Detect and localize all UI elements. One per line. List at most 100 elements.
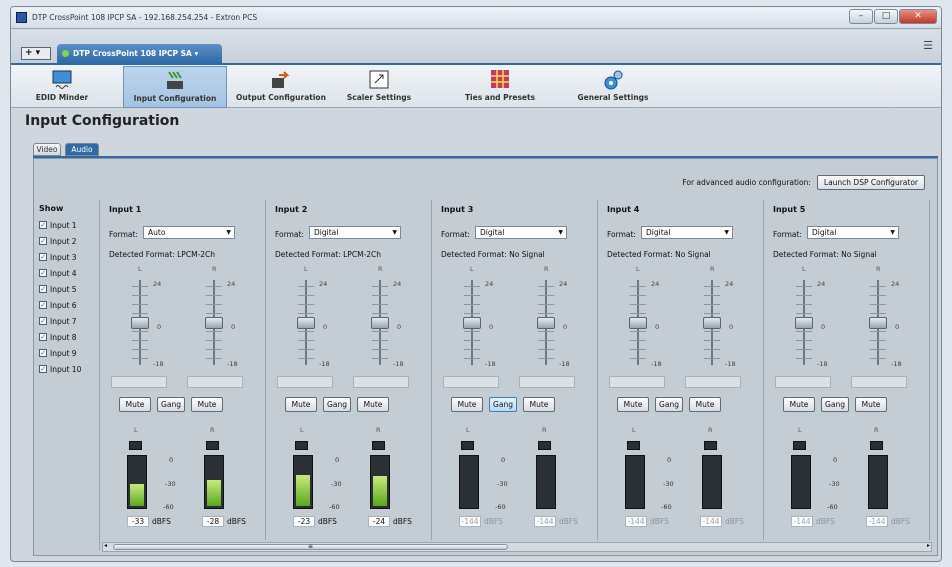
fader-knob[interactable] — [629, 317, 647, 329]
format-select[interactable]: Digital ▼ — [309, 226, 401, 239]
fader-knob[interactable] — [537, 317, 555, 329]
format-select[interactable]: Digital ▼ — [807, 226, 899, 239]
left-fader[interactable] — [793, 280, 815, 365]
right-gain-field[interactable] — [519, 376, 575, 388]
meter-right-label: R — [210, 426, 215, 434]
scroll-right-icon[interactable]: ▸ — [927, 542, 930, 549]
show-item[interactable]: ✓ Input 4 — [34, 265, 99, 281]
fader-tick — [464, 304, 480, 305]
mute-right-button[interactable]: Mute — [191, 397, 223, 412]
show-item[interactable]: ✓ Input 1 — [34, 217, 99, 233]
show-item[interactable]: ✓ Input 6 — [34, 297, 99, 313]
left-gain-field[interactable] — [277, 376, 333, 388]
fader-knob[interactable] — [463, 317, 481, 329]
show-item[interactable]: ✓ Input 10 — [34, 361, 99, 377]
checkbox-checked-icon[interactable]: ✓ — [39, 365, 47, 373]
right-fader[interactable] — [369, 280, 391, 365]
format-select[interactable]: Digital ▼ — [641, 226, 733, 239]
left-gain-field[interactable] — [443, 376, 499, 388]
left-channel-label: L — [802, 265, 806, 273]
tab-audio[interactable]: Audio — [65, 143, 99, 156]
close-button[interactable]: ✕ — [899, 9, 937, 24]
fader-tick — [206, 286, 222, 287]
right-gain-field[interactable] — [353, 376, 409, 388]
mute-right-button[interactable]: Mute — [855, 397, 887, 412]
fader-knob[interactable] — [205, 317, 223, 329]
fader-knob[interactable] — [795, 317, 813, 329]
show-item[interactable]: ✓ Input 5 — [34, 281, 99, 297]
checkbox-checked-icon[interactable]: ✓ — [39, 333, 47, 341]
gang-button[interactable]: Gang — [323, 397, 351, 412]
right-gain-field[interactable] — [851, 376, 907, 388]
fader-knob[interactable] — [703, 317, 721, 329]
toolbar-item-general-settings[interactable]: General Settings — [564, 66, 662, 108]
fader-knob[interactable] — [131, 317, 149, 329]
gang-button[interactable]: Gang — [655, 397, 683, 412]
right-fader[interactable] — [867, 280, 889, 365]
fader-tick — [464, 340, 480, 341]
right-fader[interactable] — [701, 280, 723, 365]
fader-label-mid: 0 — [563, 323, 568, 331]
left-gain-field[interactable] — [111, 376, 167, 388]
checkbox-checked-icon[interactable]: ✓ — [39, 285, 47, 293]
checkbox-checked-icon[interactable]: ✓ — [39, 253, 47, 261]
right-channel-label: R — [710, 265, 715, 273]
gang-button[interactable]: Gang — [489, 397, 517, 412]
toolbar-item-edid-minder[interactable]: EDID Minder — [31, 66, 93, 108]
left-gain-field[interactable] — [609, 376, 665, 388]
right-gain-field[interactable] — [685, 376, 741, 388]
horizontal-scrollbar[interactable]: ◂ ≡ ▸ — [102, 542, 932, 552]
mute-left-button[interactable]: Mute — [783, 397, 815, 412]
checkbox-checked-icon[interactable]: ✓ — [39, 349, 47, 357]
checkbox-checked-icon[interactable]: ✓ — [39, 221, 47, 229]
scrollbar-thumb[interactable]: ≡ — [113, 544, 508, 550]
right-fader[interactable] — [535, 280, 557, 365]
format-select[interactable]: Digital ▼ — [475, 226, 567, 239]
mute-left-button[interactable]: Mute — [285, 397, 317, 412]
left-fader[interactable] — [129, 280, 151, 365]
scroll-left-icon[interactable]: ◂ — [104, 542, 107, 549]
mute-left-button[interactable]: Mute — [617, 397, 649, 412]
checkbox-checked-icon[interactable]: ✓ — [39, 301, 47, 309]
toolbar-item-input-configuration[interactable]: Input Configuration — [123, 66, 227, 108]
fader-knob[interactable] — [869, 317, 887, 329]
mute-right-button[interactable]: Mute — [689, 397, 721, 412]
minimize-button[interactable]: – — [849, 9, 873, 24]
toolbar-item-ties-and-presets[interactable]: Ties and Presets — [454, 66, 546, 108]
mute-right-button[interactable]: Mute — [523, 397, 555, 412]
device-tab[interactable]: DTP CrossPoint 108 IPCP SA ▾ — [57, 44, 222, 63]
left-gain-field[interactable] — [775, 376, 831, 388]
meter-right-label: R — [376, 426, 381, 434]
fader-label-bot: -18 — [319, 360, 330, 368]
show-item[interactable]: ✓ Input 8 — [34, 329, 99, 345]
show-item[interactable]: ✓ Input 3 — [34, 249, 99, 265]
left-fader[interactable] — [461, 280, 483, 365]
toolbar-item-output-configuration[interactable]: Output Configuration — [231, 66, 331, 108]
right-fader[interactable] — [203, 280, 225, 365]
right-level-meter — [536, 455, 556, 509]
mute-left-button[interactable]: Mute — [119, 397, 151, 412]
show-header: Show — [39, 204, 64, 213]
mute-left-button[interactable]: Mute — [451, 397, 483, 412]
format-select[interactable]: Auto ▼ — [143, 226, 235, 239]
checkbox-checked-icon[interactable]: ✓ — [39, 269, 47, 277]
show-item[interactable]: ✓ Input 7 — [34, 313, 99, 329]
right-gain-field[interactable] — [187, 376, 243, 388]
gang-button[interactable]: Gang — [821, 397, 849, 412]
mute-right-button[interactable]: Mute — [357, 397, 389, 412]
tab-video[interactable]: Video — [33, 143, 61, 156]
show-item[interactable]: ✓ Input 9 — [34, 345, 99, 361]
gang-button[interactable]: Gang — [157, 397, 185, 412]
add-tab-button[interactable]: + ▾ — [21, 47, 51, 60]
fader-knob[interactable] — [371, 317, 389, 329]
maximize-button[interactable]: □ — [874, 9, 898, 24]
left-fader[interactable] — [295, 280, 317, 365]
toolbar-item-scaler-settings[interactable]: Scaler Settings — [337, 66, 421, 108]
show-item[interactable]: ✓ Input 2 — [34, 233, 99, 249]
fader-knob[interactable] — [297, 317, 315, 329]
checkbox-checked-icon[interactable]: ✓ — [39, 317, 47, 325]
menu-icon[interactable]: ☰ — [923, 39, 933, 52]
launch-dsp-button[interactable]: Launch DSP Configurator — [816, 175, 925, 190]
checkbox-checked-icon[interactable]: ✓ — [39, 237, 47, 245]
left-fader[interactable] — [627, 280, 649, 365]
